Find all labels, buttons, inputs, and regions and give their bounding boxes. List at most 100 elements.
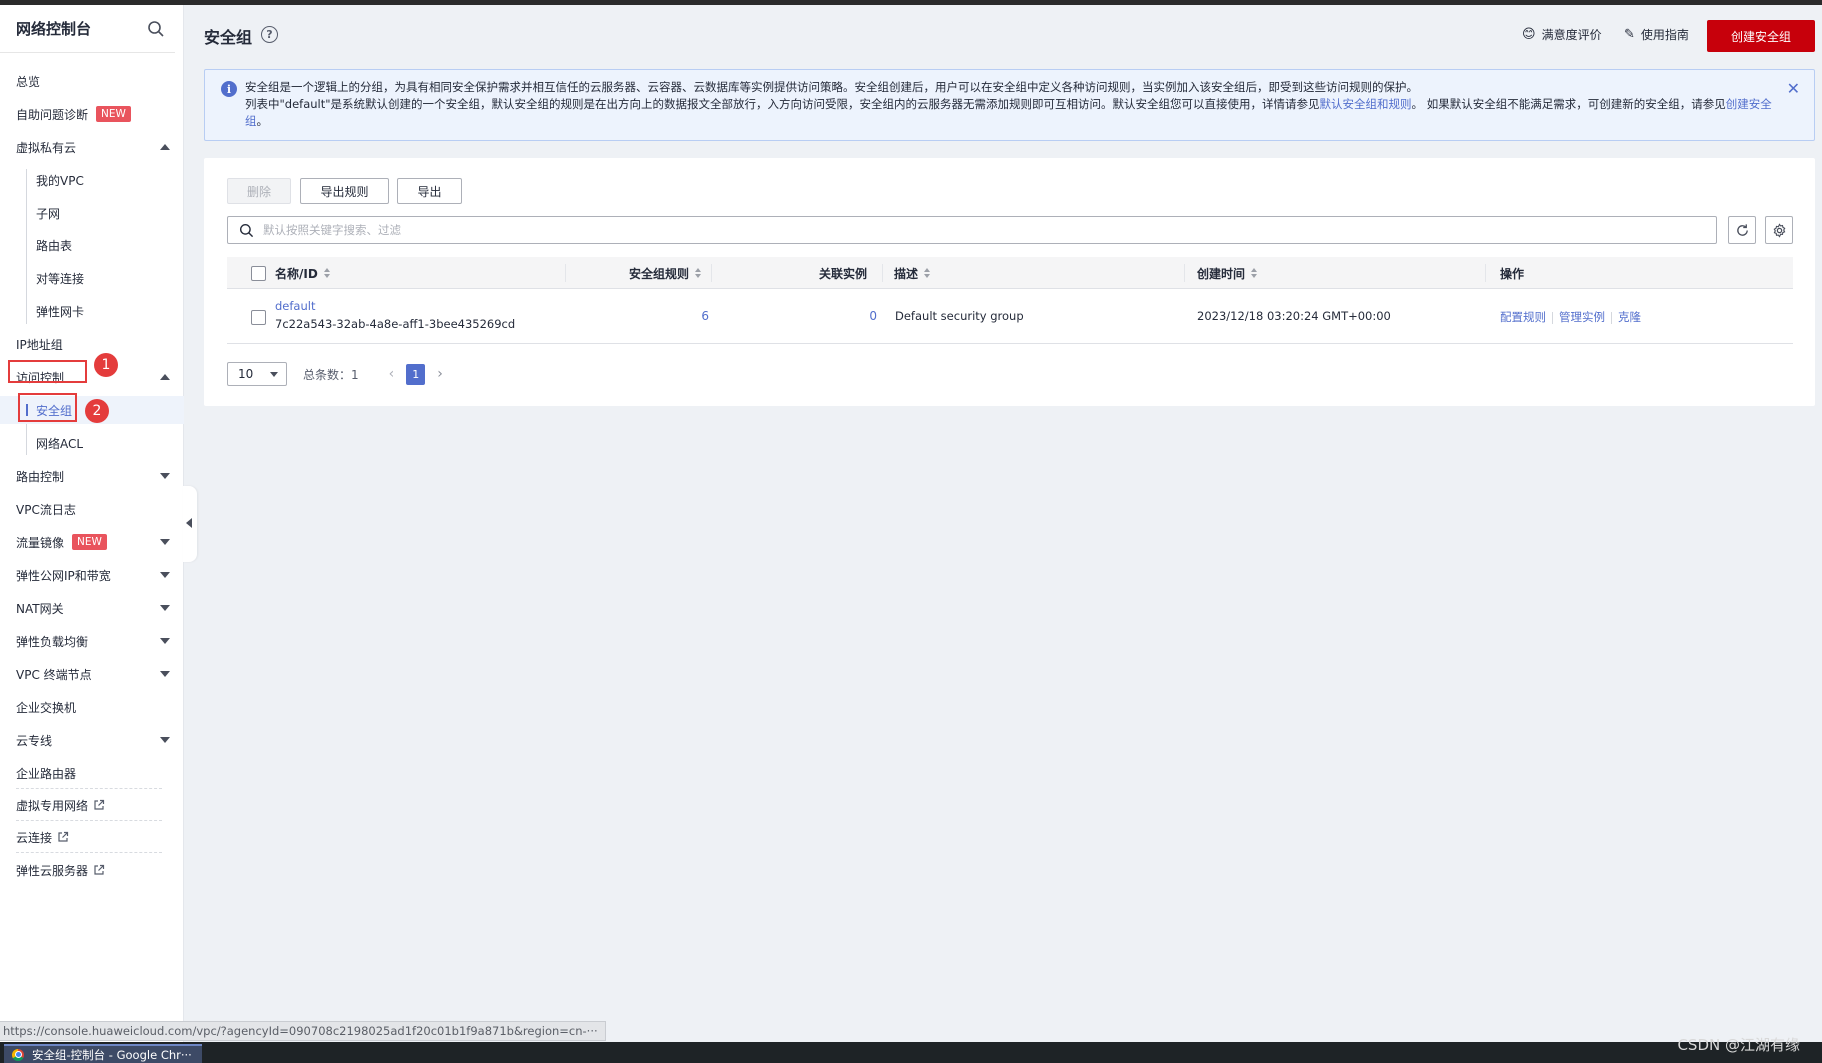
sidebar-collapse-handle[interactable]	[183, 486, 197, 562]
sidebar-header: 网络控制台	[0, 5, 175, 53]
chevron-down-icon	[160, 671, 170, 677]
sidebar-item-route-table[interactable]: 路由表	[0, 231, 184, 259]
annotation-box-security-group	[18, 393, 77, 422]
sidebar-item-network-acl[interactable]: 网络ACL	[0, 429, 184, 457]
manage-instances-link[interactable]: 管理实例	[1559, 310, 1605, 324]
refresh-button[interactable]	[1728, 216, 1756, 244]
sidebar-item-ecs[interactable]: 弹性云服务器	[0, 856, 184, 884]
sidebar-item-nat[interactable]: NAT网关	[0, 594, 184, 622]
sidebar-item-label: 自助问题诊断	[16, 107, 89, 122]
chevron-down-icon	[160, 572, 170, 578]
sidebar-item-overview[interactable]: 总览	[0, 67, 184, 95]
page-size-select[interactable]: 10	[227, 362, 287, 386]
sidebar-item-vpc[interactable]: 虚拟私有云	[0, 133, 184, 161]
sidebar-item-my-vpc[interactable]: 我的VPC	[0, 166, 184, 194]
create-security-group-button[interactable]: 创建安全组	[1707, 20, 1815, 52]
configure-rules-link[interactable]: 配置规则	[1500, 310, 1546, 324]
info-icon: i	[221, 81, 237, 97]
delete-button[interactable]: 删除	[227, 178, 291, 204]
sidebar-item-peering[interactable]: 对等连接	[0, 264, 184, 292]
console-title: 网络控制台	[16, 20, 92, 38]
sidebar-item-label: 企业交换机	[16, 700, 77, 715]
select-all-checkbox[interactable]	[251, 266, 266, 281]
security-group-panel: 删除 导出规则 导出 名称/ID 安全组规则 关联实例 描述 创建时间 操作 d…	[204, 158, 1815, 406]
divider	[16, 788, 162, 789]
instances-count-link[interactable]: 0	[867, 309, 877, 323]
settings-button[interactable]	[1765, 216, 1793, 244]
sidebar-item-label: 路由表	[36, 238, 73, 253]
divider	[1611, 311, 1612, 324]
sidebar-item-ip-group[interactable]: IP地址组	[0, 330, 184, 358]
sidebar-item-vpn[interactable]: 虚拟专用网络	[0, 791, 184, 819]
chrome-icon	[12, 1048, 24, 1061]
user-guide-link[interactable]: ✎ 使用指南	[1624, 26, 1689, 43]
sidebar-item-enterprise-switch[interactable]: 企业交换机	[0, 693, 184, 721]
sidebar-item-label: VPC流日志	[16, 502, 76, 517]
column-description[interactable]: 描述	[894, 257, 931, 289]
table-row: default 7c22a543-32ab-4a8e-aff1-3bee4352…	[227, 289, 1793, 344]
next-page-icon[interactable]: ›	[437, 366, 443, 382]
taskbar-chrome-window[interactable]: 安全组-控制台 - Google Chr···	[4, 1044, 202, 1063]
clone-link[interactable]: 克隆	[1618, 310, 1641, 324]
sort-icon	[1251, 268, 1258, 278]
new-badge: NEW	[96, 106, 131, 122]
help-icon[interactable]: ?	[261, 26, 278, 43]
sidebar-item-vpc-flow-log[interactable]: VPC流日志	[0, 495, 184, 523]
sidebar-item-label: 弹性网卡	[36, 304, 85, 319]
notice-line-2: 列表中"default"是系统默认创建的一个安全组，默认安全组的规则是在出方向上…	[245, 96, 1775, 130]
sidebar-item-label: 弹性负载均衡	[16, 634, 89, 649]
column-label: 描述	[894, 266, 919, 281]
column-rules[interactable]: 安全组规则	[629, 257, 702, 289]
sort-icon	[924, 268, 931, 278]
sidebar-item-label: 我的VPC	[36, 173, 84, 188]
export-button[interactable]: 导出	[397, 178, 462, 204]
sidebar-item-eni[interactable]: 弹性网卡	[0, 297, 184, 325]
sidebar-item-vpc-endpoint[interactable]: VPC 终端节点	[0, 660, 184, 688]
sidebar-item-elb[interactable]: 弹性负载均衡	[0, 627, 184, 655]
search-icon[interactable]	[147, 20, 165, 38]
sidebar-item-eip[interactable]: 弹性公网IP和带宽	[0, 561, 184, 589]
prev-page-icon[interactable]: ‹	[389, 366, 395, 382]
divider	[1552, 311, 1553, 324]
taskbar-window-title: 安全组-控制台 - Google Chr···	[32, 1047, 192, 1062]
sidebar-item-label: VPC 终端节点	[16, 667, 92, 682]
rules-count-link[interactable]: 6	[699, 309, 709, 323]
export-rules-button[interactable]: 导出规则	[300, 178, 389, 204]
sidebar-item-label: NAT网关	[16, 601, 64, 616]
edit-doc-icon: ✎	[1624, 27, 1635, 42]
default-sg-rules-link[interactable]: 默认安全组和规则	[1320, 97, 1412, 111]
new-badge: NEW	[72, 534, 107, 550]
sidebar-item-traffic-mirror[interactable]: 流量镜像 NEW	[0, 528, 184, 556]
sidebar-item-route-control[interactable]: 路由控制	[0, 462, 184, 490]
column-label: 关联实例	[819, 266, 868, 281]
column-name[interactable]: 名称/ID	[275, 257, 330, 289]
page-number-current[interactable]: 1	[406, 363, 426, 385]
refresh-icon	[1736, 223, 1748, 236]
table-header: 名称/ID 安全组规则 关联实例 描述 创建时间 操作	[227, 257, 1793, 289]
sidebar-item-label: 对等连接	[36, 271, 85, 286]
row-checkbox[interactable]	[251, 310, 266, 325]
column-label: 名称/ID	[275, 266, 318, 281]
close-icon[interactable]: ✕	[1787, 79, 1800, 98]
security-group-name-link[interactable]: default	[275, 299, 315, 313]
sidebar-item-enterprise-router[interactable]: 企业路由器	[0, 759, 184, 787]
sidebar-item-direct-connect[interactable]: 云专线	[0, 726, 184, 754]
external-link-icon	[58, 831, 69, 842]
search-input-wrapper[interactable]	[227, 216, 1717, 244]
external-link-icon	[94, 799, 105, 810]
divider	[16, 820, 162, 821]
satisfaction-link[interactable]: 😊 满意度评价	[1522, 26, 1602, 43]
notice-text-part: 。	[256, 114, 269, 128]
column-created-time[interactable]: 创建时间	[1197, 257, 1258, 289]
divider	[16, 852, 162, 853]
sidebar-item-subnet[interactable]: 子网	[0, 199, 184, 227]
column-separator	[1485, 264, 1486, 282]
notice-text: 安全组是一个逻辑上的分组，为具有相同安全保护需求并相互信任的云服务器、云容器、云…	[245, 79, 1775, 130]
column-separator	[882, 264, 883, 282]
window-top-strip	[0, 0, 1822, 5]
search-input[interactable]	[263, 223, 1663, 237]
column-separator	[1184, 264, 1185, 282]
sidebar-item-self-diagnosis[interactable]: 自助问题诊断 NEW	[0, 100, 184, 128]
chevron-down-icon	[160, 638, 170, 644]
sidebar-item-cloud-connect[interactable]: 云连接	[0, 823, 184, 851]
